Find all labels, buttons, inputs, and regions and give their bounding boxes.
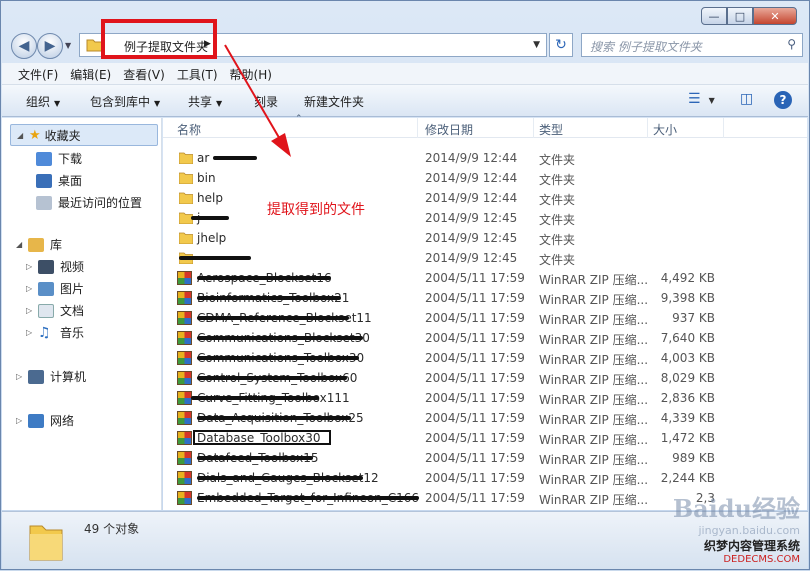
watermark: Baidu经验 jingyan.baidu.com 织梦内容管理系统 DEDEC… <box>673 489 800 565</box>
annotation-text: 提取得到的文件 <box>267 202 365 218</box>
item-count: 49 个对象 <box>84 522 140 536</box>
watermark-url: jingyan.baidu.com <box>698 524 800 537</box>
watermark-site: 织梦内容管理系统 <box>703 539 800 553</box>
large-folder-icon <box>29 525 63 561</box>
watermark-domain: DEDECMS.COM <box>723 554 800 565</box>
explorer-window: — □ ✕ ◀ ▶ ▼ 例子提取文件夹 ▶ ▼ ↻ 搜索 例子提取文件夹 ⚲ 文… <box>0 0 810 570</box>
status-bar: 49 个对象 Baidu经验 jingyan.baidu.com 织梦内容管理系… <box>2 494 808 569</box>
watermark-logo: Baidu经验 <box>672 494 800 523</box>
annotation-arrow <box>224 44 291 157</box>
